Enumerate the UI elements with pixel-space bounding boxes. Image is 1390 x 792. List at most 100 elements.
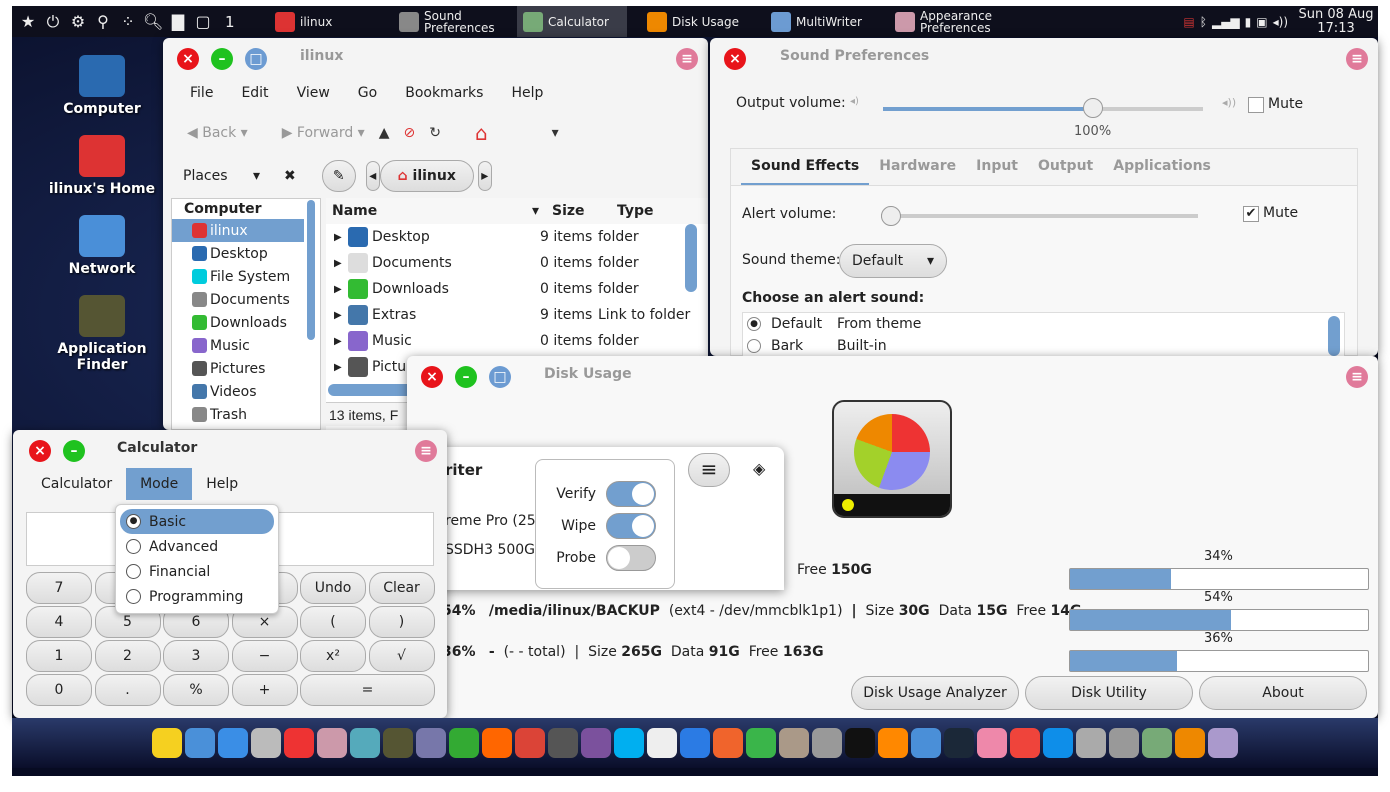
expander-icon[interactable]: ▶ (334, 310, 348, 321)
key-button[interactable]: = (300, 674, 435, 706)
vlc-icon[interactable] (878, 728, 908, 758)
desktop-icon[interactable]: Computer (42, 55, 162, 117)
task-button[interactable]: ilinux (269, 6, 379, 37)
up-icon[interactable]: ▲ (379, 125, 390, 141)
menu-help[interactable]: Help (511, 85, 543, 101)
sidebar-item-ilinux[interactable]: ilinux (172, 219, 304, 242)
column-type[interactable]: Type (617, 203, 654, 219)
apps-icon[interactable] (185, 728, 215, 758)
close-button[interactable]: × (724, 48, 746, 70)
key-button[interactable]: Clear (368, 572, 435, 604)
key-button[interactable]: ) (368, 606, 435, 638)
backup-icon[interactable] (977, 728, 1007, 758)
key-button[interactable]: 2 (94, 640, 161, 672)
webcam-icon[interactable] (812, 728, 842, 758)
list-scrollbar[interactable] (1328, 316, 1340, 356)
key-button[interactable]: ( (300, 606, 366, 638)
expander-icon[interactable]: ▶ (334, 258, 348, 269)
file-row[interactable]: ▶ Extras 9 items Link to folder (326, 302, 708, 328)
file-row[interactable]: ▶ Desktop 9 items folder (326, 224, 708, 250)
minimize-button[interactable]: – (63, 440, 85, 462)
alert-volume-knob[interactable] (881, 206, 901, 226)
expander-icon[interactable]: ▶ (334, 232, 348, 243)
chrome-icon[interactable] (515, 728, 545, 758)
file-row[interactable]: ▶ Downloads 0 items folder (326, 276, 708, 302)
file-cabinet-icon[interactable] (251, 728, 281, 758)
window-menu-button[interactable]: ≡ (676, 48, 698, 70)
sidebar-item-pictures[interactable]: Pictures (172, 357, 304, 380)
mode-basic[interactable]: ● Basic (120, 509, 274, 534)
radio-button[interactable]: ● (747, 317, 761, 331)
disk-utility-button[interactable]: Disk Utility (1025, 676, 1193, 710)
task-button[interactable]: Sound Preferences (393, 6, 503, 37)
sidebar-item-trash[interactable]: Trash (172, 403, 304, 426)
disk-usage-analyzer-button[interactable]: Disk Usage Analyzer (851, 676, 1019, 710)
device-item[interactable]: reme Pro (256 (445, 513, 545, 529)
calculator-icon[interactable] (1142, 728, 1172, 758)
wipe-toggle[interactable] (606, 513, 656, 539)
mode-financial[interactable]: Financial (120, 559, 274, 584)
amarok-icon[interactable] (845, 728, 875, 758)
places-dropdown-icon[interactable]: ▾ (253, 168, 260, 184)
key-button[interactable]: % (163, 674, 229, 706)
file-row[interactable]: ▶ Documents 0 items folder (326, 250, 708, 276)
window-menu-button[interactable]: ≡ (415, 440, 437, 462)
key-button[interactable]: 7 (26, 572, 92, 604)
key-button[interactable]: Undo (300, 572, 366, 604)
task-button[interactable]: Appearance Preferences (889, 6, 999, 37)
tab-applications[interactable]: Applications (1103, 149, 1221, 186)
sidebar-scrollbar[interactable] (307, 200, 315, 340)
key-button[interactable]: 4 (26, 606, 92, 638)
tab-sound-effects[interactable]: Sound Effects (741, 149, 870, 186)
apps-icon[interactable]: ⁘ (118, 12, 138, 31)
forward-button[interactable]: ▶ Forward ▾ (282, 125, 365, 141)
key-button[interactable]: x² (300, 640, 366, 672)
bluetooth-icon[interactable]: ᛒ (1200, 15, 1207, 29)
steam-icon[interactable] (944, 728, 974, 758)
tab-output[interactable]: Output (1028, 149, 1103, 186)
task-button[interactable]: Disk Usage (641, 6, 751, 37)
alert-volume-slider[interactable] (881, 214, 1198, 218)
key-button[interactable]: 0 (26, 674, 92, 706)
qbittorrent-icon[interactable] (911, 728, 941, 758)
stop-icon[interactable]: ⊘ (404, 125, 416, 141)
minimize-button[interactable]: – (455, 366, 477, 388)
output-volume-slider[interactable] (883, 107, 1203, 111)
vertical-scrollbar[interactable] (685, 224, 697, 292)
alert-mute-checkbox[interactable]: ✔ (1243, 206, 1259, 222)
signal-icon[interactable]: ▂▄▆ (1212, 15, 1240, 29)
clock[interactable]: Sun 08 Aug 17:13 (1294, 7, 1378, 36)
column-name[interactable]: Name (332, 203, 532, 219)
desktop-icon[interactable]: Network (42, 215, 162, 277)
maximize-button[interactable]: □ (489, 366, 511, 388)
expander-icon[interactable]: ▶ (334, 336, 348, 347)
battery-icon[interactable]: ▮ (1245, 15, 1252, 29)
device-item[interactable]: SSDH3 500G ( (445, 542, 545, 558)
toolbar-overflow-icon[interactable]: ▾ (552, 125, 559, 141)
task-button[interactable]: Calculator (517, 6, 627, 37)
folder-icon[interactable]: ▇ (168, 12, 188, 31)
viber-icon[interactable] (581, 728, 611, 758)
image-viewer-icon[interactable] (779, 728, 809, 758)
software-icon[interactable] (350, 728, 380, 758)
home-icon[interactable]: ⌂ (475, 121, 488, 145)
binoculars-icon[interactable] (383, 728, 413, 758)
power-manager-icon[interactable]: ▣ (1256, 15, 1267, 29)
mail-icon[interactable] (647, 728, 677, 758)
disk-usage-icon[interactable] (1175, 728, 1205, 758)
key-button[interactable]: − (231, 640, 298, 672)
menu-edit[interactable]: Edit (241, 85, 268, 101)
expander-icon[interactable]: ▶ (334, 284, 348, 295)
presentation-icon[interactable] (713, 728, 743, 758)
menu-file[interactable]: File (190, 85, 213, 101)
tab-hardware[interactable]: Hardware (869, 149, 966, 186)
menu-mode[interactable]: Mode (126, 468, 193, 500)
workspace-switcher[interactable]: 1 (219, 6, 269, 37)
sidebar-item-music[interactable]: Music (172, 334, 304, 357)
appearance-icon[interactable] (317, 728, 347, 758)
pipe-icon[interactable] (449, 728, 479, 758)
edit-path-button[interactable]: ✎ (321, 160, 356, 192)
path-right-button[interactable]: ▸ (477, 161, 492, 191)
sound-icon[interactable] (1109, 728, 1139, 758)
path-left-button[interactable]: ◂ (365, 161, 380, 191)
